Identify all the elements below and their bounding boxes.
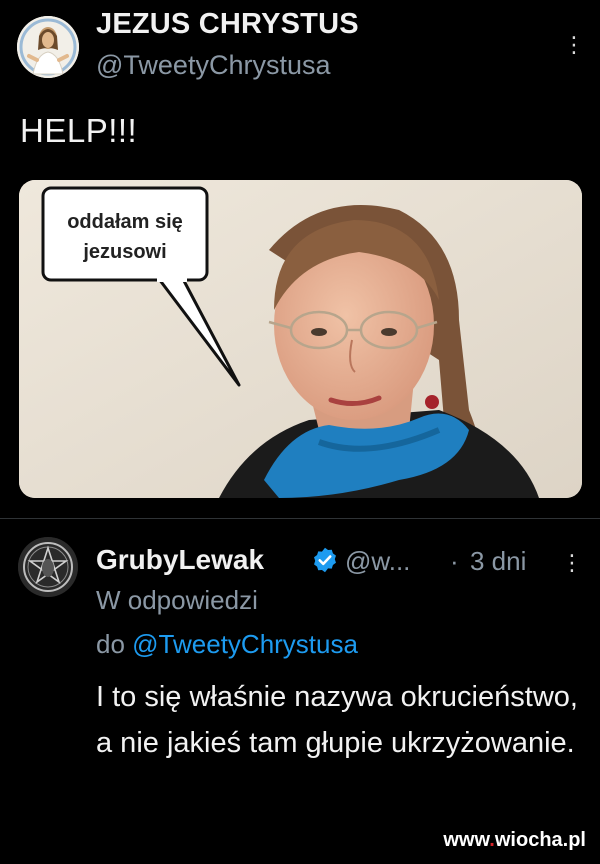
- tweet-media-image[interactable]: oddałam się jezusowi: [19, 180, 582, 498]
- reply-context-label: W odpowiedzi: [96, 585, 258, 615]
- watermark-name: wiocha: [494, 829, 563, 851]
- reply-context-prefix: do: [96, 629, 125, 659]
- tweet-text: HELP!!!: [20, 112, 138, 149]
- reply-author-handle[interactable]: @w...: [345, 546, 410, 577]
- watermark-suffix: .pl: [562, 829, 586, 851]
- speech-bubble-line2: jezusowi: [82, 241, 166, 263]
- separator-dot: ·: [450, 546, 459, 576]
- reply-timestamp[interactable]: 3 dni: [470, 546, 526, 577]
- more-options-icon[interactable]: ⋮: [563, 32, 585, 58]
- pentagram-avatar-image: [18, 537, 78, 597]
- reply-author-avatar[interactable]: [18, 537, 78, 597]
- reply-context-target: do @TweetyChrystusa: [96, 629, 358, 660]
- jesus-avatar-image: [17, 16, 79, 78]
- author-name[interactable]: JEZUS CHRYSTUS: [96, 8, 359, 41]
- site-watermark: www.wiocha.pl: [443, 829, 586, 852]
- verified-badge-icon: [311, 546, 339, 574]
- author-handle[interactable]: @TweetyChrystusa: [96, 50, 330, 81]
- reply-tweet[interactable]: GrubyLewak @w... · 3 dni ⋮ W odpowiedzi …: [0, 519, 600, 864]
- original-tweet[interactable]: JEZUS CHRYSTUS @TweetyChrystusa ⋮ HELP!!…: [0, 0, 600, 518]
- meme-photo: oddałam się jezusowi: [19, 180, 582, 498]
- author-avatar[interactable]: [17, 16, 79, 78]
- reply-author-name[interactable]: GrubyLewak: [96, 544, 264, 576]
- reply-more-options-icon[interactable]: ⋮: [561, 550, 583, 576]
- reply-text: I to się właśnie nazywa okrucieństwo, a …: [96, 681, 578, 759]
- watermark-prefix: www: [443, 829, 490, 851]
- reply-context-mention-link[interactable]: @TweetyChrystusa: [132, 629, 358, 659]
- speech-bubble-line1: oddałam się: [67, 211, 183, 233]
